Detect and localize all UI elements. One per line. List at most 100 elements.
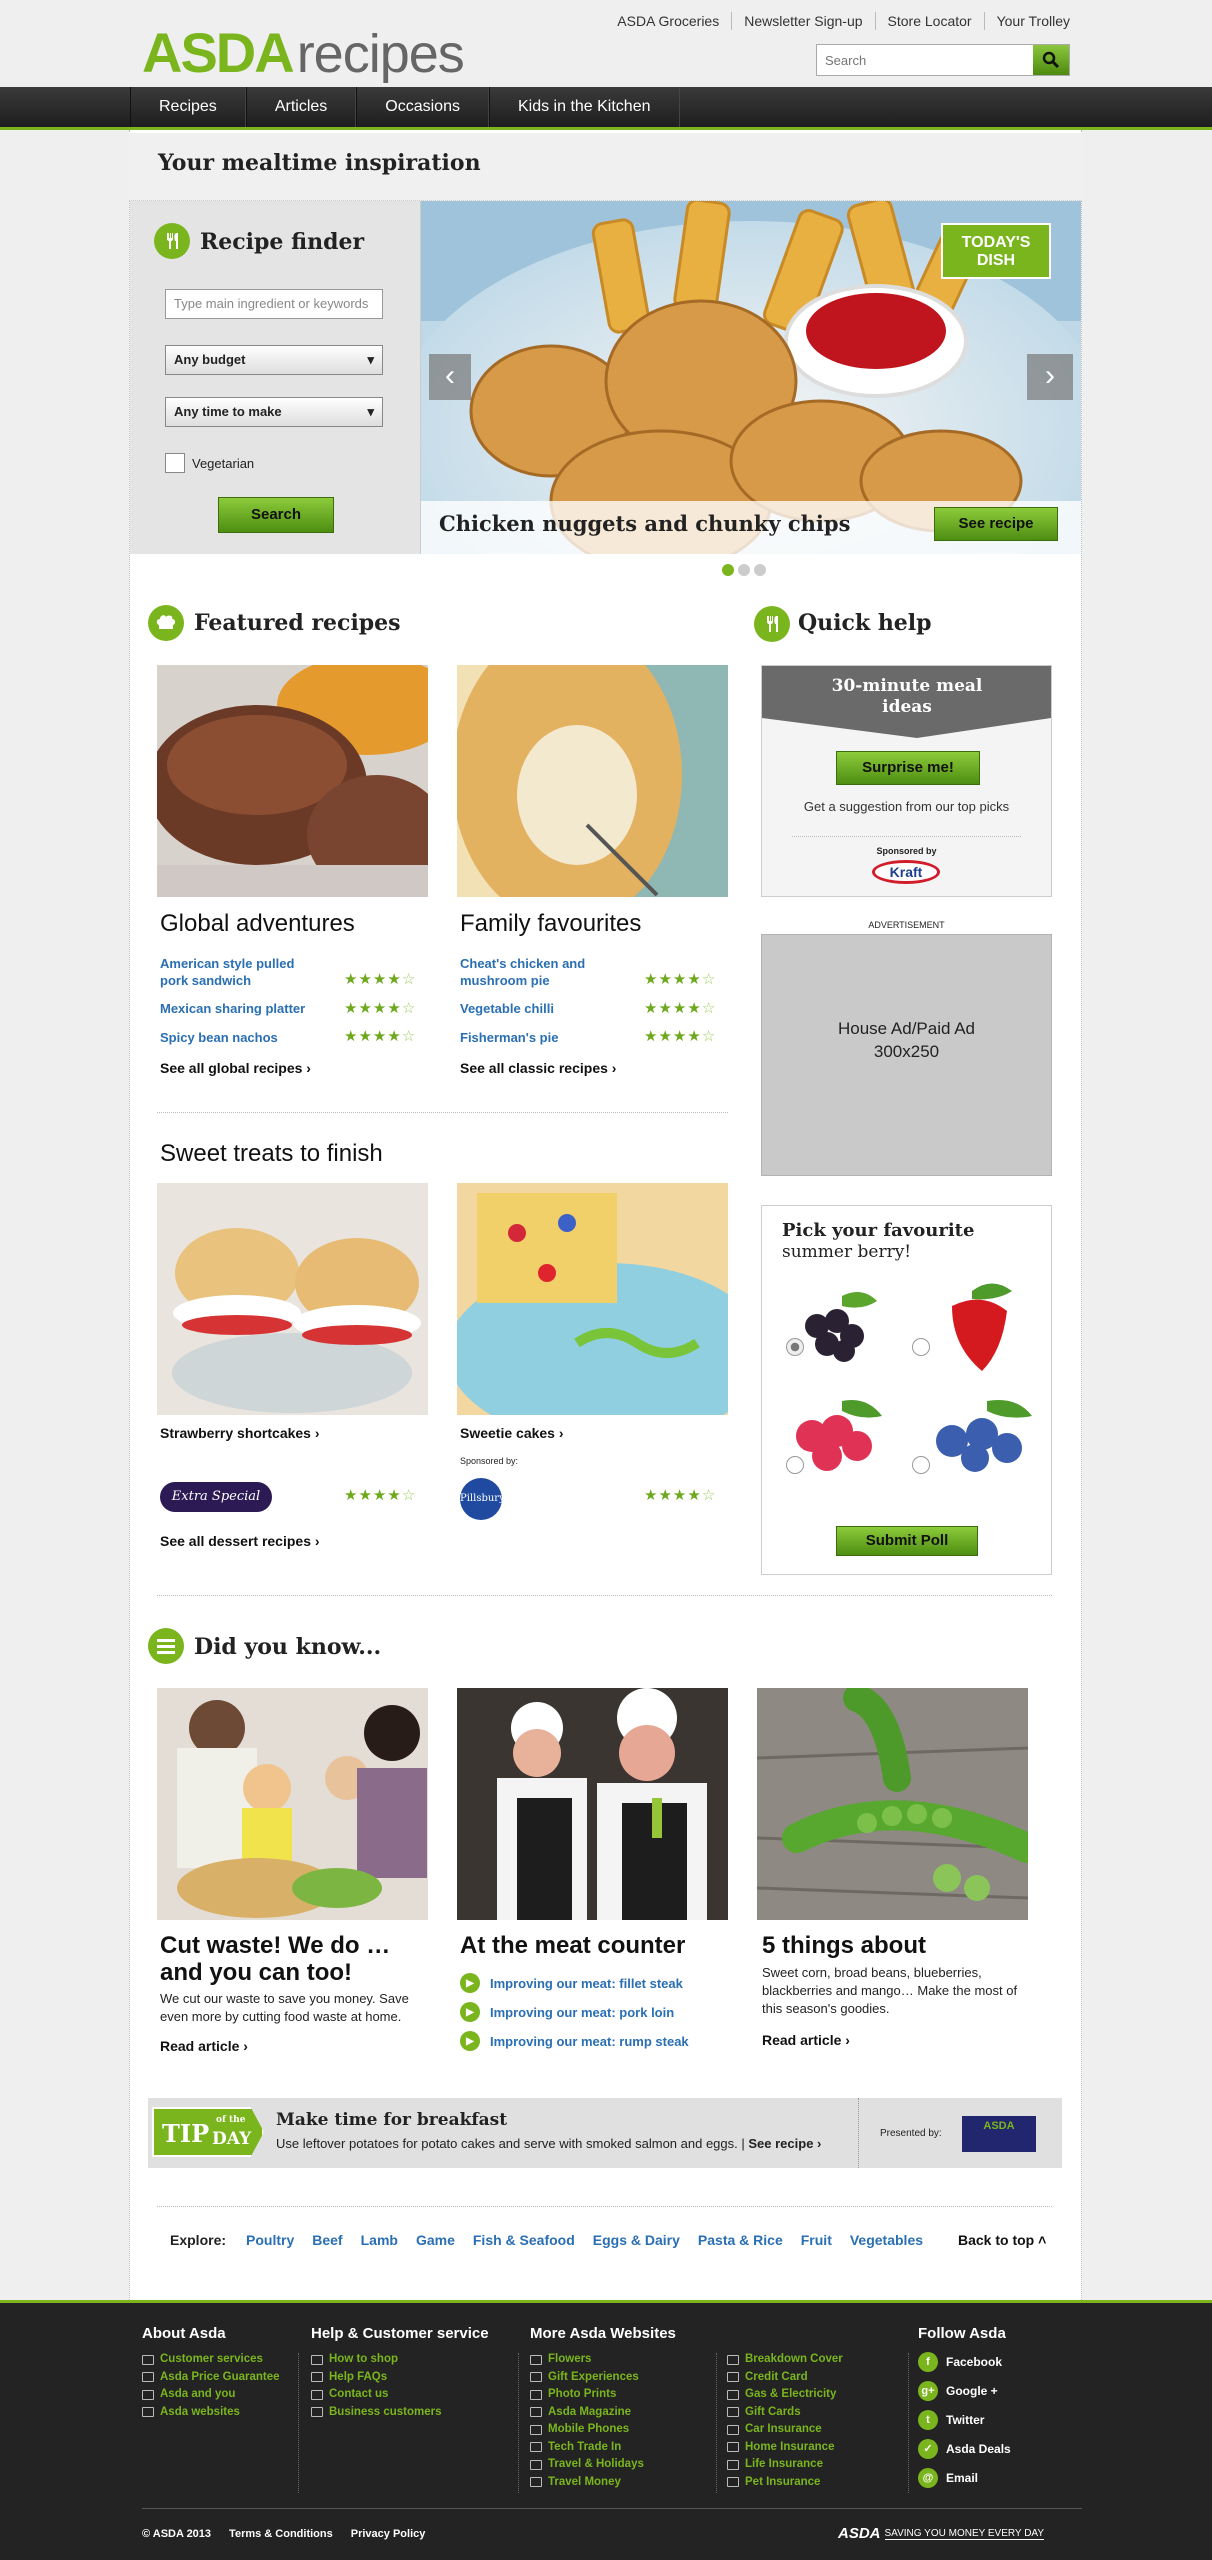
top-link-groceries[interactable]: ASDA Groceries (605, 12, 731, 30)
footer-link[interactable]: Breakdown Cover (727, 2351, 843, 2369)
footer-link[interactable]: Asda Magazine (530, 2404, 644, 2422)
ingredient-input[interactable]: Type main ingredient or keywords (165, 289, 383, 319)
nav-articles[interactable]: Articles (245, 87, 357, 127)
peas-image[interactable] (757, 1688, 1028, 1920)
five-things-read-link[interactable]: Read article › (762, 2032, 850, 2048)
see-recipe-button[interactable]: See recipe (934, 507, 1058, 541)
poll-radio-blueberry[interactable] (912, 1456, 930, 1474)
carousel-prev-button[interactable]: ‹ (429, 354, 471, 400)
sweetie-cakes-link[interactable]: Sweetie cakes › (460, 1425, 564, 1441)
strawberry-shortcakes-link[interactable]: Strawberry shortcakes › (160, 1425, 320, 1441)
poll-radio-strawberry[interactable] (912, 1338, 930, 1356)
asda-recipes-logo[interactable]: ASDA recipes (142, 20, 465, 84)
explore-fruit[interactable]: Fruit (801, 2232, 832, 2248)
explore-vegetables[interactable]: Vegetables (850, 2232, 923, 2248)
ad-text-line2: 300x250 (873, 1042, 940, 1061)
footer-link[interactable]: Mobile Phones (530, 2421, 644, 2439)
surprise-me-button[interactable]: Surprise me! (836, 751, 980, 785)
footer-link[interactable]: Home Insurance (727, 2439, 843, 2457)
see-all-dessert-link[interactable]: See all dessert recipes › (160, 1533, 320, 1549)
meat-link-pork-label: Improving our meat: pork loin (490, 2004, 675, 2020)
top-link-trolley[interactable]: Your Trolley (983, 12, 1070, 30)
cut-waste-read-link[interactable]: Read article › (160, 2038, 248, 2054)
footer-link[interactable]: Asda Price Guarantee (142, 2369, 280, 2387)
recipe-link-vegetable-chilli[interactable]: Vegetable chilli (460, 1000, 554, 1017)
see-all-global-link[interactable]: See all global recipes › (160, 1060, 311, 1076)
explore-beef[interactable]: Beef (312, 2232, 342, 2248)
privacy-link[interactable]: Privacy Policy (351, 2528, 426, 2540)
hero-dish-title[interactable]: Chicken nuggets and chunky chips (439, 511, 850, 536)
footer-link[interactable]: Credit Card (727, 2369, 843, 2387)
recipe-link-bean-nachos[interactable]: Spicy bean nachos (160, 1029, 278, 1046)
footer-link[interactable]: Travel Money (530, 2474, 644, 2492)
footer-link[interactable]: Car Insurance (727, 2421, 843, 2439)
footer-link[interactable]: Asda and you (142, 2386, 280, 2404)
sweetie-cakes-image[interactable] (457, 1183, 728, 1415)
meat-link-pork[interactable]: ▶ Improving our meat: pork loin (460, 2002, 674, 2022)
nav-occasions[interactable]: Occasions (356, 87, 489, 127)
back-to-top-link[interactable]: Back to top ˄ (958, 2232, 1046, 2248)
recipe-link-mexican-platter[interactable]: Mexican sharing platter (160, 1000, 305, 1017)
footer-link[interactable]: How to shop (311, 2351, 442, 2369)
tip-see-recipe-link[interactable]: See recipe (748, 2136, 813, 2151)
family-cooking-image[interactable] (157, 1688, 428, 1920)
search-button[interactable] (1033, 45, 1069, 75)
explore-lamb[interactable]: Lamb (361, 2232, 398, 2248)
recipe-link-chicken-pie[interactable]: Cheat's chicken and mushroom pie (460, 955, 620, 989)
chicken-pie-image[interactable] (457, 665, 728, 897)
twitter-link[interactable]: t Twitter (918, 2405, 1011, 2434)
recipe-link-pulled-pork[interactable]: American style pulled pork sandwich (160, 955, 320, 989)
submit-poll-button[interactable]: Submit Poll (836, 1526, 978, 1556)
footer-link[interactable]: Gift Experiences (530, 2369, 644, 2387)
footer-link[interactable]: Pet Insurance (727, 2474, 843, 2492)
email-link[interactable]: @ Email (918, 2463, 1011, 2492)
strawberry-shortcakes-image[interactable] (157, 1183, 428, 1415)
ad-placeholder[interactable]: House Ad/Paid Ad 300x250 (761, 934, 1052, 1176)
google-plus-link[interactable]: g+ Google + (918, 2376, 1011, 2405)
footer-link[interactable]: Travel & Holidays (530, 2456, 644, 2474)
divider (858, 2098, 859, 2168)
finder-search-button[interactable]: Search (218, 497, 334, 533)
meat-link-rump[interactable]: ▶ Improving our meat: rump steak (460, 2031, 689, 2051)
meat-link-fillet[interactable]: ▶ Improving our meat: fillet steak (460, 1973, 683, 1993)
poll-radio-blackberry[interactable] (786, 1338, 804, 1356)
footer-link[interactable]: Business customers (311, 2404, 442, 2422)
explore-pasta-rice[interactable]: Pasta & Rice (698, 2232, 783, 2248)
carousel-dot-3[interactable] (754, 564, 766, 576)
footer-link[interactable]: Gift Cards (727, 2404, 843, 2422)
footer-link[interactable]: Flowers (530, 2351, 644, 2369)
footer-link[interactable]: Life Insurance (727, 2456, 843, 2474)
time-select[interactable]: Any time to make ▾ (165, 397, 383, 427)
footer-link[interactable]: Tech Trade In (530, 2439, 644, 2457)
footer-link[interactable]: Photo Prints (530, 2386, 644, 2404)
footer-link[interactable]: Contact us (311, 2386, 442, 2404)
extra-special-logo: Extra Special (160, 1482, 272, 1512)
meat-counter-image[interactable] (457, 1688, 728, 1920)
top-link-newsletter[interactable]: Newsletter Sign-up (731, 12, 874, 30)
carousel-dot-2[interactable] (738, 564, 750, 576)
footer-link[interactable]: Help FAQs (311, 2369, 442, 2387)
chevron-right-icon: › (306, 1060, 311, 1076)
top-link-store-locator[interactable]: Store Locator (874, 12, 984, 30)
footer-link[interactable]: Customer services (142, 2351, 280, 2369)
footer-link[interactable]: Asda websites (142, 2404, 280, 2422)
terms-link[interactable]: Terms & Conditions (229, 2528, 333, 2540)
explore-poultry[interactable]: Poultry (246, 2232, 294, 2248)
explore-fish-seafood[interactable]: Fish & Seafood (473, 2232, 575, 2248)
carousel-dot-1[interactable] (722, 564, 734, 576)
vegetarian-checkbox[interactable] (165, 453, 185, 473)
facebook-link[interactable]: f Facebook (918, 2347, 1011, 2376)
recipe-link-fishermans-pie[interactable]: Fisherman's pie (460, 1029, 558, 1046)
explore-eggs-dairy[interactable]: Eggs & Dairy (593, 2232, 680, 2248)
pulled-pork-image[interactable] (157, 665, 428, 897)
carousel-next-button[interactable]: › (1027, 354, 1073, 400)
nav-recipes[interactable]: Recipes (130, 87, 246, 127)
footer-link[interactable]: Gas & Electricity (727, 2386, 843, 2404)
explore-game[interactable]: Game (416, 2232, 455, 2248)
budget-select[interactable]: Any budget ▾ (165, 345, 383, 375)
nav-kids-in-the-kitchen[interactable]: Kids in the Kitchen (488, 87, 680, 127)
poll-radio-raspberry[interactable] (786, 1456, 804, 1474)
see-all-classic-link[interactable]: See all classic recipes › (460, 1060, 616, 1076)
asda-deals-link[interactable]: ✓ Asda Deals (918, 2434, 1011, 2463)
search-input[interactable] (817, 45, 1033, 75)
